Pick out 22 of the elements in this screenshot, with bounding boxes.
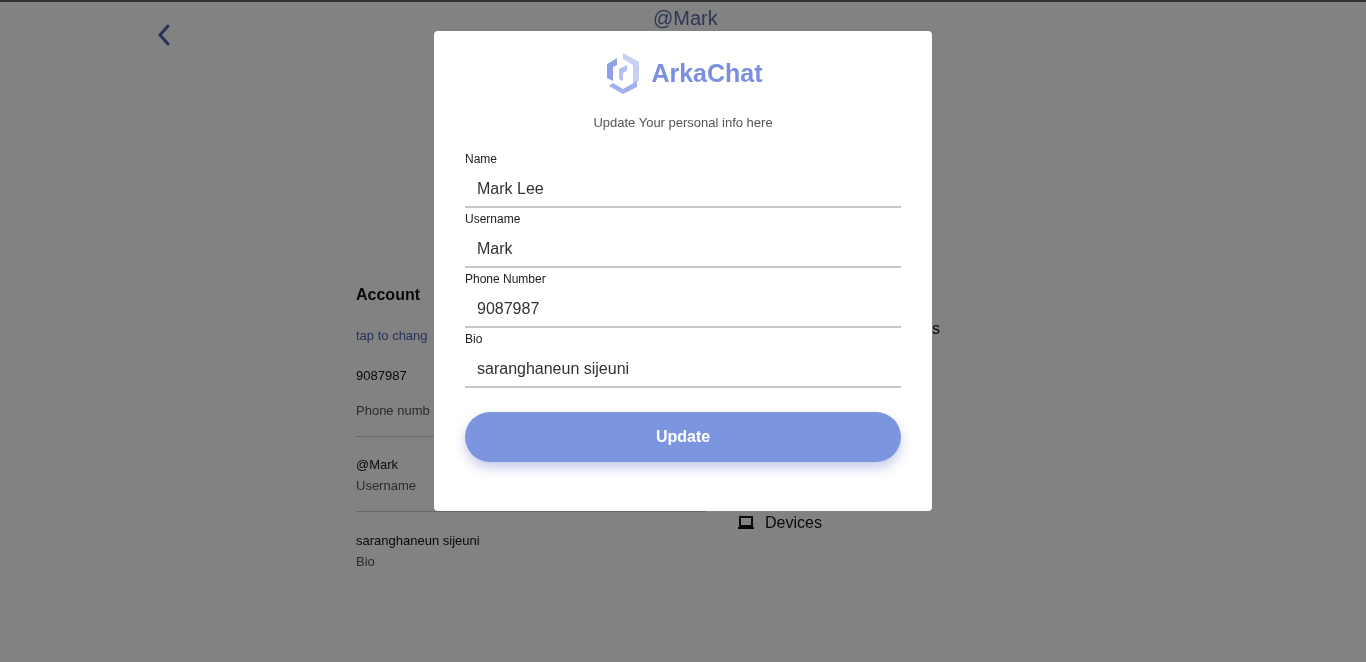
bio-label: Bio — [356, 554, 375, 569]
input-field[interactable]: Mark — [465, 226, 901, 268]
section-title: Account — [356, 286, 421, 304]
settings-item[interactable]: s — [932, 320, 940, 338]
input-field[interactable]: saranghaneun sijeuni — [465, 346, 901, 388]
brand-name: ArkaChat — [651, 58, 763, 88]
field-label: Bio — [465, 332, 484, 346]
dialog-subtitle: Update Your personal info here — [592, 115, 774, 130]
field-label: Name — [465, 152, 498, 166]
profile-handle: @Mark — [653, 8, 718, 28]
settings-item[interactable]: Devices — [765, 514, 822, 532]
laptop-icon — [737, 516, 755, 530]
username-value: @Mark — [356, 457, 399, 472]
field-label: Username — [465, 212, 522, 226]
input-field[interactable]: Mark Lee — [465, 166, 901, 208]
field-label: Phone Number — [465, 272, 547, 286]
input-field[interactable]: 9087987 — [465, 286, 901, 328]
username-label: Username — [356, 478, 416, 493]
photo-hint: tap to chang — [356, 328, 428, 343]
bio-value: saranghaneun sijeuni — [356, 533, 480, 548]
phone-value: 9087987 — [356, 368, 407, 383]
phone-label: Phone numb — [356, 403, 430, 418]
